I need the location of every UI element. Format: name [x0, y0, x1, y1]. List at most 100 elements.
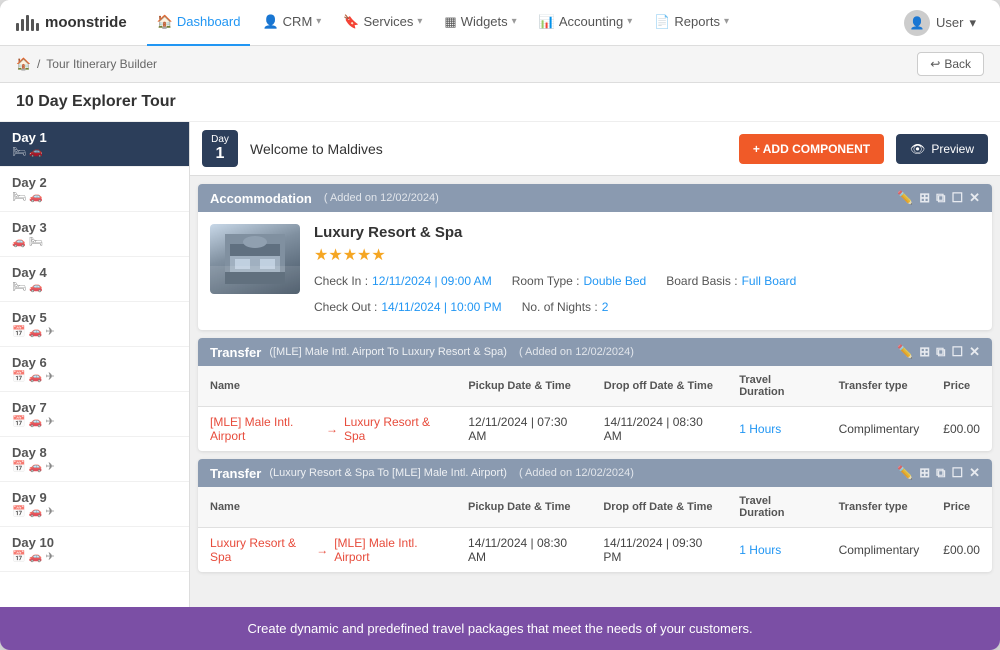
- sidebar-item-day6[interactable]: Day 6 📅 🚗 ✈: [0, 347, 189, 392]
- nav-crm[interactable]: 👤 CRM ▾: [252, 0, 331, 46]
- roomtype-value: Double Bed: [584, 271, 647, 293]
- accounting-caret-icon: ▾: [627, 16, 632, 27]
- user-label: User: [936, 15, 963, 30]
- table-row: [MLE] Male Intl. Airport → Luxury Resort…: [198, 407, 992, 452]
- col-dropoff: Drop off Date & Time: [591, 487, 727, 528]
- sidebar-item-day4[interactable]: Day 4 🛏 🚗: [0, 257, 189, 302]
- preview-button[interactable]: 👁 Preview: [896, 134, 988, 164]
- sidebar-item-day7[interactable]: Day 7 📅 🚗 ✈: [0, 392, 189, 437]
- col-name: Name: [198, 366, 456, 407]
- crm-icon: 👤: [262, 14, 278, 30]
- sidebar-item-day8[interactable]: Day 8 📅 🚗 ✈: [0, 437, 189, 482]
- nav-crm-label: CRM: [283, 14, 313, 29]
- transfer1-duration: 1 Hours: [727, 407, 826, 452]
- reports-caret-icon: ▾: [724, 16, 729, 27]
- edit-icon[interactable]: ✏️: [897, 465, 913, 481]
- sidebar-item-day3[interactable]: Day 3 🚗 🛏: [0, 212, 189, 257]
- transfer2-route: Luxury Resort & Spa → [MLE] Male Intl. A…: [198, 528, 456, 573]
- edit-icon[interactable]: ✏️: [897, 190, 913, 206]
- square-icon[interactable]: ☐: [951, 465, 963, 481]
- close-icon[interactable]: ✕: [969, 465, 980, 481]
- transfer1-header: Transfer ([MLE] Male Intl. Airport To Lu…: [198, 338, 992, 366]
- transfer1-added: ( Added on 12/02/2024): [519, 346, 634, 358]
- services-icon: 🔖: [343, 14, 359, 30]
- reports-icon: 📄: [654, 14, 670, 30]
- hotel-image: [210, 224, 300, 294]
- accommodation-body: Luxury Resort & Spa ★★★★★ Check In : 12/…: [198, 212, 992, 330]
- nav-accounting[interactable]: 📊 Accounting ▾: [529, 0, 643, 46]
- day-num: 1: [210, 145, 230, 163]
- accommodation-header: Accommodation ( Added on 12/02/2024) ✏️ …: [198, 184, 992, 212]
- roomtype-label: Room Type :: [512, 271, 580, 293]
- edit-icon[interactable]: ✏️: [897, 344, 913, 360]
- day-number-box: Day 1: [202, 130, 238, 167]
- breadcrumb-separator: /: [37, 57, 40, 71]
- transfer2-pickup: 14/11/2024 | 08:30 AM: [456, 528, 591, 573]
- user-caret-icon: ▾: [969, 15, 976, 31]
- transfer2-title: Transfer: [210, 466, 261, 481]
- col-pickup: Pickup Date & Time: [456, 366, 591, 407]
- col-transfertype: Transfer type: [827, 366, 932, 407]
- route-to: [MLE] Male Intl. Airport: [334, 536, 444, 564]
- nav-dashboard-label: Dashboard: [177, 14, 241, 29]
- nav-reports[interactable]: 📄 Reports ▾: [644, 0, 739, 46]
- route-arrow-icon: →: [316, 543, 328, 557]
- copy-icon[interactable]: ⧉: [936, 190, 945, 206]
- sidebar-item-day5[interactable]: Day 5 📅 🚗 ✈: [0, 302, 189, 347]
- grid-icon[interactable]: ⊞: [919, 344, 930, 360]
- hotel-stars: ★★★★★: [314, 245, 980, 265]
- grid-icon[interactable]: ⊞: [919, 465, 930, 481]
- nav-services[interactable]: 🔖 Services ▾: [333, 0, 432, 46]
- transfer1-sub: ([MLE] Male Intl. Airport To Luxury Reso…: [269, 346, 507, 358]
- transfer2-card: Transfer (Luxury Resort & Spa To [MLE] M…: [198, 459, 992, 572]
- nav-services-label: Services: [364, 14, 414, 29]
- transfer2-table: Name Pickup Date & Time Drop off Date & …: [198, 487, 992, 572]
- accommodation-added: ( Added on 12/02/2024): [324, 192, 439, 204]
- transfer2-body: Name Pickup Date & Time Drop off Date & …: [198, 487, 992, 572]
- checkin-label: Check In :: [314, 271, 368, 293]
- copy-icon[interactable]: ⧉: [936, 465, 945, 481]
- navbar: moonstride 🏠 Dashboard 👤 CRM ▾ 🔖 Service…: [0, 0, 1000, 46]
- sidebar-item-day10[interactable]: Day 10 📅 🚗 ✈: [0, 527, 189, 572]
- transfer2-dropoff: 14/11/2024 | 09:30 PM: [591, 528, 727, 573]
- logo: moonstride: [16, 14, 127, 31]
- breadcrumb: 🏠 / Tour Itinerary Builder ↩ Back: [0, 46, 1000, 83]
- transfer1-pickup: 12/11/2024 | 07:30 AM: [456, 407, 591, 452]
- widgets-icon: ▦: [444, 14, 456, 30]
- grid-icon[interactable]: ⊞: [919, 190, 930, 206]
- user-menu[interactable]: 👤 User ▾: [896, 6, 984, 40]
- page-title: 10 Day Explorer Tour: [0, 83, 1000, 122]
- checkout-value: 14/11/2024 | 10:00 PM: [381, 297, 501, 319]
- route-to: Luxury Resort & Spa: [344, 415, 444, 443]
- sidebar-item-day2[interactable]: Day 2 🛏 🚗: [0, 167, 189, 212]
- col-price: Price: [931, 366, 992, 407]
- nav-accounting-label: Accounting: [559, 14, 623, 29]
- copy-icon[interactable]: ⧉: [936, 344, 945, 360]
- avatar: 👤: [904, 10, 930, 36]
- transfer2-price: £00.00: [931, 528, 992, 573]
- transfer2-type: Complimentary: [827, 528, 932, 573]
- col-duration: Travel Duration: [727, 487, 826, 528]
- nights-value: 2: [602, 297, 609, 319]
- board-label: Board Basis :: [666, 271, 737, 293]
- col-price: Price: [931, 487, 992, 528]
- transfer2-added: ( Added on 12/02/2024): [519, 467, 634, 479]
- home-breadcrumb-icon[interactable]: 🏠: [16, 57, 31, 71]
- sidebar-item-day1[interactable]: Day 1 🛏 🚗: [0, 122, 189, 167]
- scroll-area: Accommodation ( Added on 12/02/2024) ✏️ …: [190, 176, 1000, 607]
- nav-dashboard[interactable]: 🏠 Dashboard: [147, 0, 251, 46]
- sidebar-item-day9[interactable]: Day 9 📅 🚗 ✈: [0, 482, 189, 527]
- close-icon[interactable]: ✕: [969, 344, 980, 360]
- close-icon[interactable]: ✕: [969, 190, 980, 206]
- square-icon[interactable]: ☐: [951, 190, 963, 206]
- transfer1-price: £00.00: [931, 407, 992, 452]
- add-component-button[interactable]: + ADD COMPONENT: [739, 134, 884, 164]
- nav-widgets[interactable]: ▦ Widgets ▾: [434, 0, 526, 46]
- route-arrow-icon: →: [326, 422, 338, 436]
- nav-reports-label: Reports: [674, 14, 720, 29]
- table-row: Luxury Resort & Spa → [MLE] Male Intl. A…: [198, 528, 992, 573]
- square-icon[interactable]: ☐: [951, 344, 963, 360]
- col-transfertype: Transfer type: [827, 487, 932, 528]
- transfer1-route: [MLE] Male Intl. Airport → Luxury Resort…: [198, 407, 456, 452]
- back-button[interactable]: ↩ Back: [917, 52, 984, 76]
